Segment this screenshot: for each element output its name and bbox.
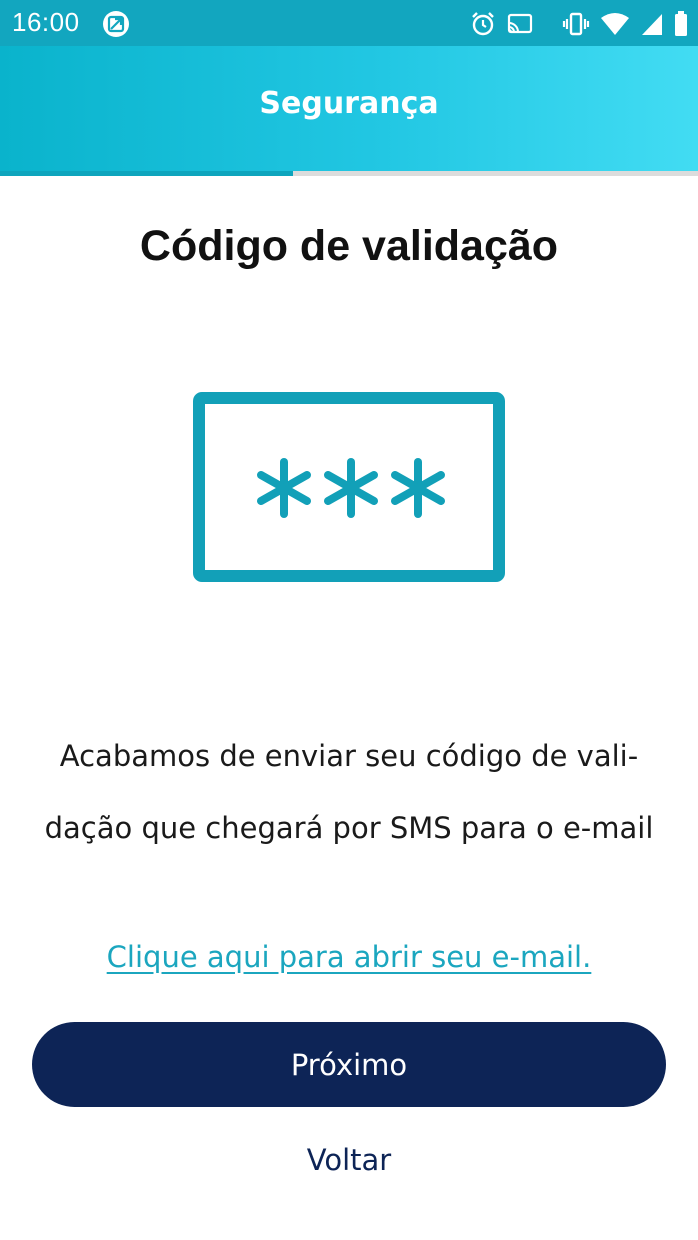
open-email-link[interactable]: Clique aqui para abrir seu e-mail. (0, 940, 698, 974)
progress-fill (0, 171, 294, 176)
password-asterisks-icon (193, 392, 505, 582)
page-title: Código de validação (139, 222, 559, 270)
status-bar: 16:00 (0, 0, 698, 46)
cast-icon (506, 12, 534, 36)
message-line: Acabamos de enviar seu código de vali- (59, 739, 639, 773)
cellular-signal-icon (640, 12, 664, 36)
app-notification-icon (102, 10, 130, 38)
wifi-icon (600, 12, 630, 36)
header-title: Segurança (259, 86, 439, 121)
vibrate-icon (562, 11, 590, 37)
message-line: dação que chegará por SMS para o e-mail (44, 811, 654, 845)
validation-message: Acabamos de enviar seu código de vali- d… (20, 720, 678, 864)
next-button[interactable]: Próximo (32, 1022, 666, 1107)
battery-icon (674, 11, 688, 37)
alarm-icon (470, 11, 496, 37)
status-time: 16:00 (12, 7, 80, 37)
status-icons (470, 9, 688, 39)
progress-bar (0, 171, 698, 176)
app-header: Segurança (0, 46, 698, 171)
back-button[interactable]: Voltar (0, 1143, 698, 1177)
